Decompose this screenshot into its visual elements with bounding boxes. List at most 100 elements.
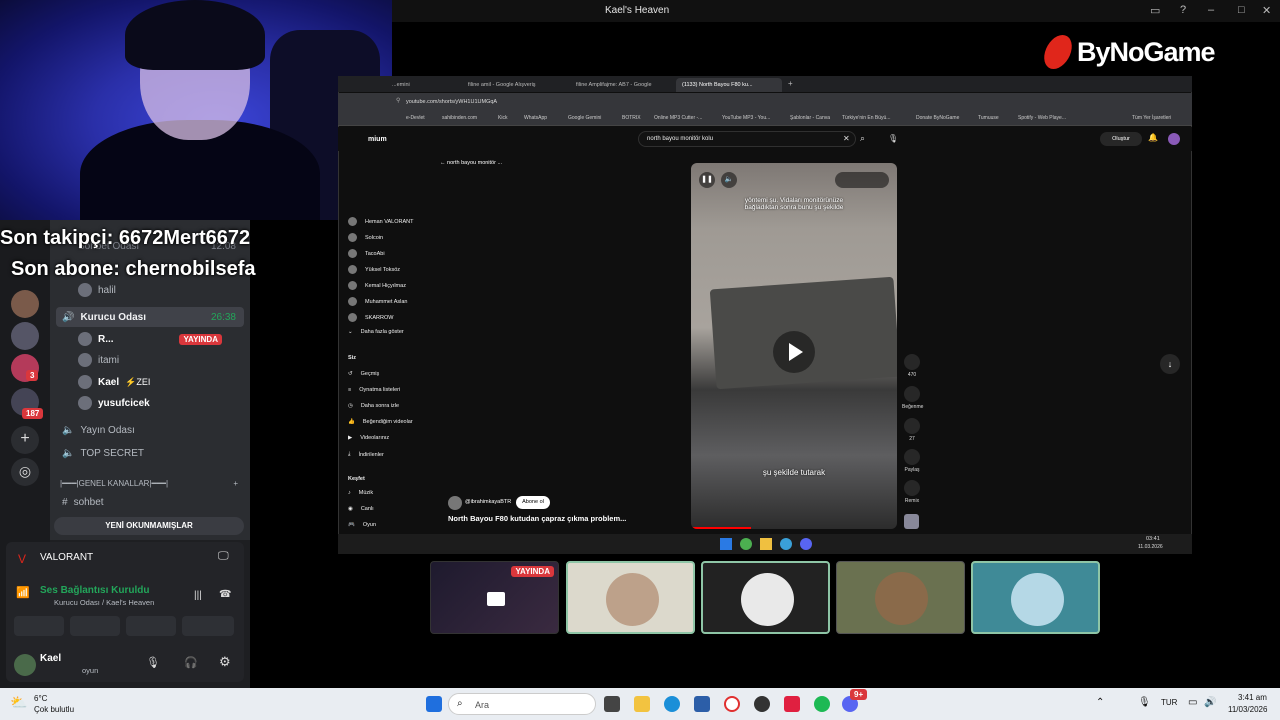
clock-date[interactable]: 11/03/2026 [1228, 705, 1267, 714]
search-icon[interactable]: ⌕ [860, 133, 865, 144]
voice-user[interactable]: Kael ⚡ZEI [56, 372, 244, 392]
sidebar-sub[interactable]: TacoAbi [348, 249, 385, 258]
voice-user[interactable]: itami [56, 350, 244, 370]
server-icon[interactable] [11, 290, 39, 318]
weather-temp[interactable]: 6°C [34, 694, 47, 703]
bookmark[interactable]: WhatsApp [524, 115, 547, 121]
microphone-icon[interactable]: 🎙 [146, 656, 160, 669]
search-input[interactable]: north bayou monitör kolu [647, 136, 713, 142]
subscribe-button[interactable]: Abone ol [516, 496, 550, 509]
app-icon[interactable] [780, 538, 792, 550]
close-button[interactable]: ✕ [1262, 4, 1271, 17]
spotify-icon[interactable] [814, 696, 830, 712]
browser-tab[interactable]: filine amil - Google Alışveriş [462, 78, 568, 92]
task-view-icon[interactable] [604, 696, 620, 712]
voice-user[interactable]: yusufcicek [56, 393, 244, 413]
sidebar-item[interactable]: ▶ Videolarınız [348, 435, 389, 441]
volume-icon[interactable]: 🔈 [721, 172, 737, 188]
discord-icon[interactable] [800, 538, 812, 550]
bookmark[interactable]: Türkiye'nin En Büyü... [842, 115, 890, 121]
sidebar-item[interactable]: ♪ Müzik [348, 490, 373, 496]
sidebar-sub[interactable]: SKARROW [348, 313, 393, 322]
sidebar-sub[interactable]: Muhammet Aslan [348, 297, 408, 306]
language-indicator[interactable]: TUR [1161, 698, 1177, 707]
pause-icon[interactable]: ❚❚ [699, 172, 715, 188]
voice-user[interactable]: R... YAYINDA [56, 329, 244, 349]
video-title[interactable]: North Bayou F80 kutudan çapraz çıkma pro… [448, 514, 626, 523]
clock-time[interactable]: 3:41 am [1238, 693, 1267, 702]
sidebar-item[interactable]: ◷ Daha sonra izle [348, 403, 399, 409]
bookmark[interactable]: e-Devlet [406, 115, 425, 121]
sidebar-item[interactable]: ≡ Oynatma listeleri [348, 387, 400, 393]
add-channel-icon[interactable]: + [233, 479, 238, 488]
tray-chevron-icon[interactable]: ⌃ [1096, 697, 1104, 708]
participant-tile[interactable] [971, 561, 1100, 634]
remix-button[interactable]: Remix [902, 480, 922, 504]
sidebar-more[interactable]: ⌄ Daha fazla göster [348, 329, 404, 335]
minimize-button[interactable]: – [1208, 4, 1214, 16]
microphone-icon[interactable]: 🎙 [1138, 697, 1151, 708]
notifications-icon[interactable]: 🔔 [1148, 133, 1158, 142]
start-icon[interactable] [426, 696, 442, 712]
network-icon[interactable]: ▭ [1188, 697, 1197, 708]
channel-avatar[interactable] [448, 496, 462, 510]
folder-icon[interactable] [760, 538, 772, 550]
progress-bar[interactable] [691, 527, 751, 529]
sidebar-item[interactable]: ⤓ İndirilenler [348, 451, 384, 458]
bookmark[interactable]: Online MP3 Cutter -... [654, 115, 702, 121]
bookmark[interactable]: Donate ByNoGame [916, 115, 959, 121]
clear-icon[interactable]: ✕ [843, 134, 850, 143]
browser-tab[interactable]: filine Amplifajme: AB7 - Google [570, 78, 676, 92]
channel-voice[interactable]: 🔈 Yayın Odası [56, 420, 244, 440]
create-button[interactable]: Oluştur [1100, 132, 1142, 146]
participant-tile[interactable] [566, 561, 695, 634]
disconnect-icon[interactable]: ☎ [219, 589, 231, 600]
weather-icon[interactable]: ⛅ [10, 694, 27, 711]
sidebar-section-you[interactable]: Siz [348, 355, 356, 361]
new-unreads-button[interactable]: YENİ OKUNMAMIŞLAR [54, 517, 244, 535]
browser-tab-active[interactable]: (1133) North Bayou F80 ku... [676, 78, 782, 92]
bookmark[interactable]: Şablonlar - Canva [790, 115, 830, 121]
comment-button[interactable]: 27 [902, 418, 922, 442]
store-icon[interactable] [694, 696, 710, 712]
volume-icon[interactable]: 🔊 [1204, 697, 1216, 708]
category-header[interactable]: |━━━|GENEL KANALLAR|━━━| + [56, 473, 244, 493]
sound-thumbnail[interactable] [904, 514, 919, 529]
cast-icon[interactable]: ▭ [1150, 4, 1160, 17]
sidebar-sub[interactable]: Solcoin [348, 233, 383, 242]
sidebar-sub[interactable]: Yüksel Toksöz [348, 265, 400, 274]
video-controls[interactable] [835, 172, 889, 188]
new-tab-icon[interactable]: + [782, 78, 799, 92]
maximize-button[interactable]: □ [1238, 4, 1245, 16]
noise-icon[interactable]: ||| [194, 590, 202, 601]
back-link[interactable]: ← north bayou monitör ... [440, 160, 502, 166]
dislike-button[interactable]: Beğenme [902, 386, 923, 410]
avatar[interactable] [14, 654, 36, 676]
obs-icon[interactable] [754, 696, 770, 712]
voice-user[interactable]: halil [56, 280, 244, 300]
bookmark[interactable]: Kick [498, 115, 507, 121]
server-icon[interactable] [11, 322, 39, 350]
add-server-icon[interactable]: + [11, 426, 39, 454]
bookmark[interactable]: Google Gemini [568, 115, 601, 121]
mic-icon[interactable]: 🎙 [888, 134, 898, 143]
windows-start-icon[interactable] [720, 538, 732, 550]
all-bookmarks[interactable]: Tüm Yer İşaretleri [1132, 115, 1171, 121]
bookmark[interactable]: sahibinden.com [442, 115, 477, 121]
bookmark[interactable]: BOTRIX [622, 115, 641, 121]
participant-tile[interactable] [836, 561, 965, 634]
opera-icon[interactable] [724, 696, 740, 712]
voice-status[interactable]: Ses Bağlantısı Kuruldu [40, 585, 149, 596]
sidebar-sub[interactable]: Heman VALORANT [348, 217, 414, 226]
settings-icon[interactable]: ⚙ [219, 654, 231, 670]
browser-tab[interactable]: ...emini [386, 78, 458, 92]
live-stream-tile[interactable]: YAYINDA [430, 561, 559, 634]
sidebar-item[interactable]: ↺ Geçmiş [348, 371, 379, 377]
shorts-video[interactable]: yöntemi şu. Vidaları monitörünüze bağlad… [691, 163, 897, 529]
channel-handle[interactable]: @ibrahimkayaBTR [465, 499, 511, 505]
channel-voice[interactable]: 🔈 TOP SECRET [56, 443, 244, 463]
vivaldi-icon[interactable] [784, 696, 800, 712]
like-button[interactable]: 470 [902, 354, 922, 378]
discover-icon[interactable]: ◎ [11, 458, 39, 486]
sidebar-sub[interactable]: Kemal Hiçyılmaz [348, 281, 406, 290]
